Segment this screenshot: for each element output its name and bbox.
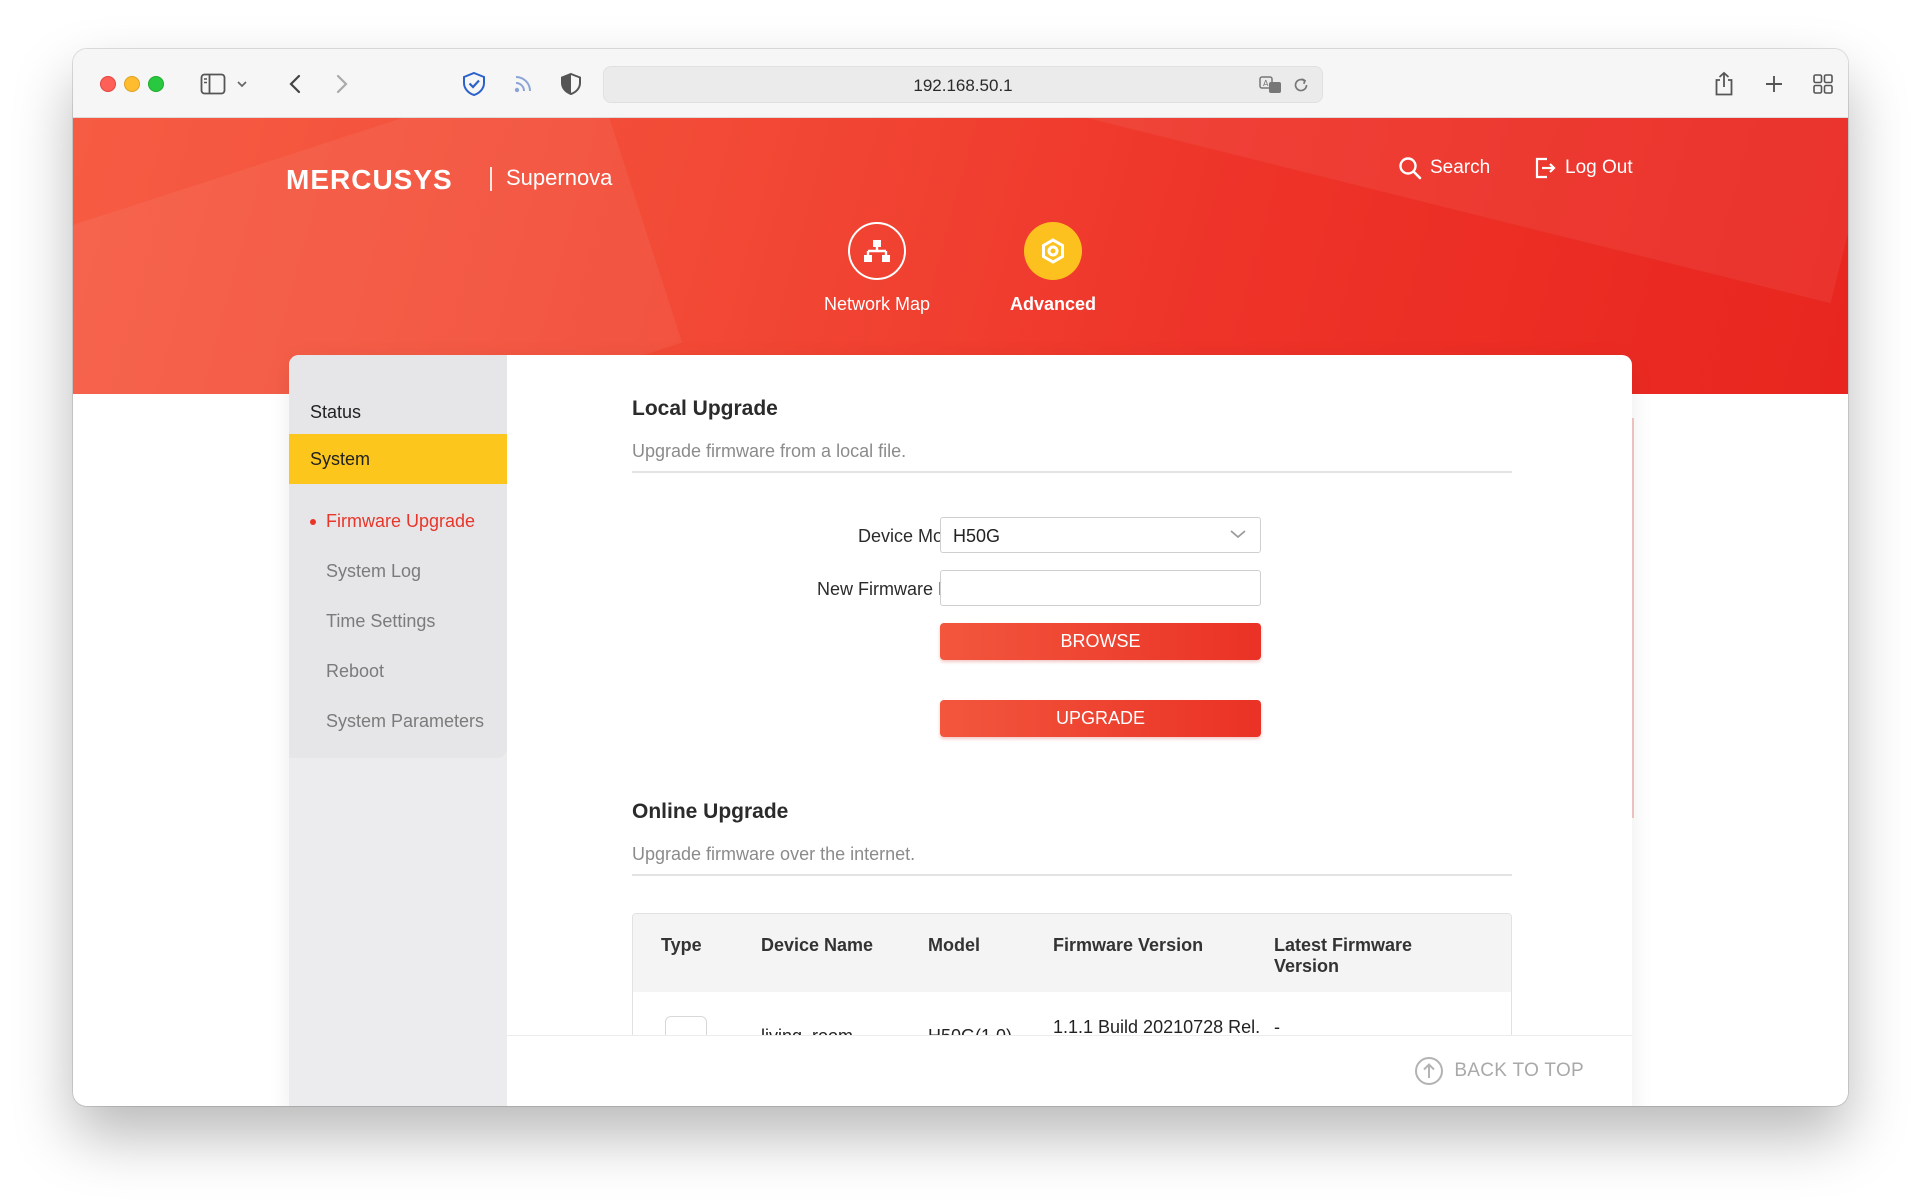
online-upgrade-table: Type Device Name Model Firmware Version … [632, 913, 1512, 1053]
tab-overview-icon[interactable] [1810, 71, 1836, 97]
logout-icon [1535, 157, 1556, 179]
privacy-icon[interactable] [558, 71, 584, 97]
nav-advanced[interactable]: Advanced [978, 222, 1128, 315]
close-window-button[interactable] [100, 76, 116, 92]
sidebar-item-time-settings[interactable]: Time Settings [326, 611, 435, 632]
back-to-top-button[interactable]: BACK TO TOP [1414, 1056, 1584, 1086]
column-header-type: Type [661, 935, 702, 955]
svg-text:A: A [1263, 79, 1269, 88]
sidebar-item-system[interactable]: System [289, 434, 507, 484]
sidebar-item-system-log[interactable]: System Log [326, 561, 421, 582]
section-divider [632, 874, 1512, 876]
translate-icon[interactable]: A [1258, 72, 1284, 98]
online-upgrade-subtitle: Upgrade firmware over the internet. [632, 844, 916, 864]
banner-facet [73, 118, 683, 394]
nav-label: Network Map [823, 294, 931, 314]
local-upgrade-subtitle: Upgrade firmware from a local file. [632, 441, 907, 461]
address-bar[interactable]: 192.168.50.1 A [603, 66, 1323, 103]
logout-label: Log Out [1565, 157, 1633, 178]
back-to-top-label: BACK TO TOP [1454, 1060, 1584, 1081]
sidebar-item-status[interactable]: Status [310, 402, 361, 423]
back-icon[interactable] [282, 71, 308, 97]
search-icon [1399, 157, 1422, 180]
forward-icon[interactable] [329, 71, 355, 97]
current-indicator-dot [310, 519, 316, 525]
firmware-file-input[interactable] [940, 570, 1261, 606]
search-button[interactable]: Search [1398, 156, 1490, 180]
column-header-firmware-version: Firmware Version [1053, 935, 1204, 955]
logout-button[interactable]: Log Out [1533, 156, 1633, 180]
share-icon[interactable] [1711, 71, 1737, 97]
device-model-select[interactable]: H50G [940, 517, 1261, 553]
main-content: Local Upgrade Upgrade firmware from a lo… [507, 355, 1632, 1106]
column-header-latest-firmware-version: Latest Firmware Version [1274, 935, 1413, 976]
shield-icon[interactable] [461, 71, 487, 97]
zoom-window-button[interactable] [148, 76, 164, 92]
upgrade-button[interactable]: UPGRADE [940, 700, 1261, 737]
column-header-device-name: Device Name [761, 935, 874, 955]
browser-toolbar: 192.168.50.1 A [73, 49, 1848, 118]
nav-network-map[interactable]: Network Map [802, 222, 952, 315]
device-model-value: H50G [953, 526, 1001, 546]
logo-divider [490, 167, 492, 191]
sidebar-toggle-icon[interactable] [200, 71, 226, 97]
product-name: Supernova [506, 165, 613, 190]
footer-bar: BACK TO TOP [507, 1035, 1632, 1106]
sidebar: Status System Firmware Upgrade System Lo… [289, 355, 507, 1106]
reload-icon[interactable] [1288, 72, 1314, 98]
browser-window: 192.168.50.1 A MERCUSYS Supernova Search… [73, 49, 1848, 1106]
sidebar-item-reboot[interactable]: Reboot [326, 661, 384, 682]
table-header: Type Device Name Model Firmware Version … [633, 914, 1511, 992]
sidebar-menu: Status System Firmware Upgrade System Lo… [289, 355, 507, 758]
search-label: Search [1430, 157, 1491, 178]
network-map-icon [848, 222, 906, 280]
sidebar-item-system-parameters[interactable]: System Parameters [326, 711, 484, 732]
browse-button[interactable]: BROWSE [940, 623, 1261, 660]
router-page: MERCUSYS Supernova Search Log Out Networ… [73, 118, 1848, 1106]
brand-logo: MERCUSYS [286, 164, 453, 195]
arrow-up-circle-icon [1415, 1057, 1444, 1085]
content-card: Status System Firmware Upgrade System Lo… [289, 355, 1632, 1106]
chevron-down-icon[interactable] [235, 71, 249, 97]
gear-icon [1024, 222, 1082, 280]
section-divider [632, 471, 1512, 473]
online-upgrade-title: Online Upgrade [632, 800, 789, 823]
minimize-window-button[interactable] [124, 76, 140, 92]
sidebar-item-firmware-upgrade[interactable]: Firmware Upgrade [326, 511, 475, 532]
new-tab-icon[interactable] [1761, 71, 1787, 97]
column-header-model: Model [928, 935, 980, 955]
header-banner: MERCUSYS Supernova Search Log Out Networ… [73, 118, 1848, 394]
local-upgrade-title: Local Upgrade [632, 397, 778, 420]
url-text: 192.168.50.1 [913, 76, 1013, 95]
rss-icon[interactable] [510, 71, 536, 97]
sidebar-item-label: System [310, 449, 371, 469]
chevron-down-icon [1228, 527, 1248, 546]
nav-label: Advanced [1009, 294, 1097, 314]
